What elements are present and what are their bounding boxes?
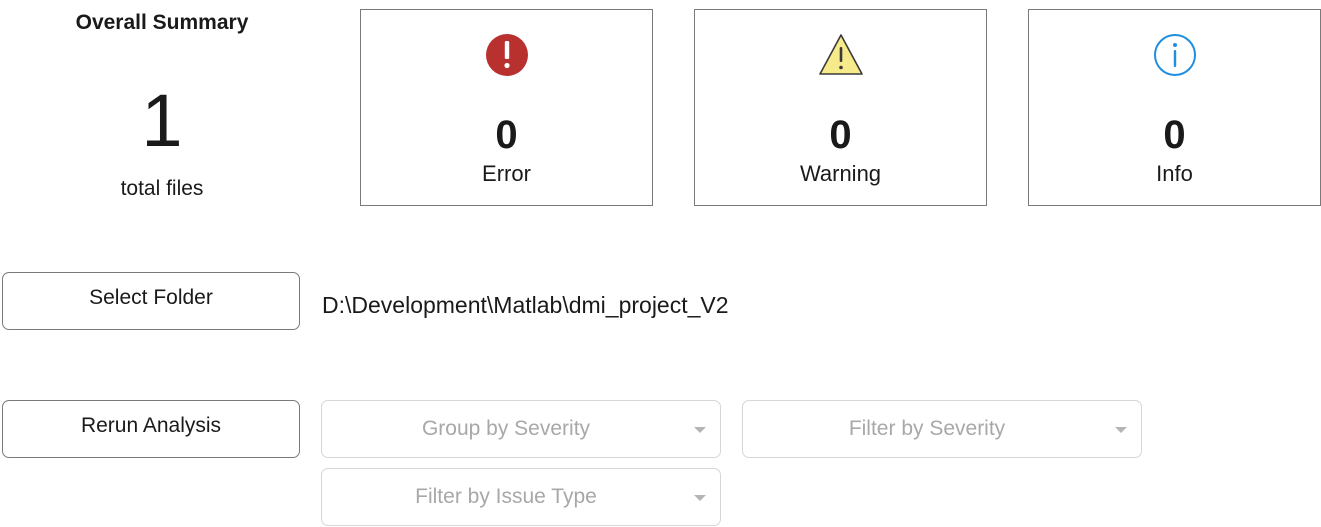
filter-by-severity-dropdown[interactable]: Filter by Severity [742,400,1142,458]
group-by-severity-label: Group by Severity [421,417,591,440]
group-by-severity-dropdown[interactable]: Group by Severity [321,400,721,458]
error-icon [485,34,528,76]
filter-by-severity-label: Filter by Severity [848,417,1006,440]
rerun-analysis-button[interactable]: Rerun Analysis [2,400,300,458]
chevron-down-icon [1115,427,1127,433]
filter-by-issue-type-label: Filter by Issue Type [415,485,597,508]
total-files-caption: total files [120,177,204,200]
info-icon [1153,34,1196,76]
filter-by-issue-type-dropdown[interactable]: Filter by Issue Type [321,468,721,526]
warning-icon [818,34,863,75]
overall-summary: Overall Summary 1 total files [42,0,282,210]
info-label: Info [1156,161,1193,186]
error-count: 0 [495,113,518,157]
select-folder-button[interactable]: Select Folder [2,272,300,330]
total-files-count: 1 [141,79,183,162]
chevron-down-icon [694,427,706,433]
warning-summary-card: 0 Warning [694,9,987,206]
warning-label: Warning [799,161,882,186]
summary-title: Overall Summary [75,11,249,34]
error-label: Error [482,161,531,186]
chevron-down-icon [694,495,706,501]
info-summary-card: 0 Info [1028,9,1321,206]
folder-path: D:\Development\Matlab\dmi_project_V2 [322,292,729,318]
error-summary-card: 0 Error [360,9,653,206]
warning-count: 0 [829,113,852,157]
info-count: 0 [1163,113,1186,157]
